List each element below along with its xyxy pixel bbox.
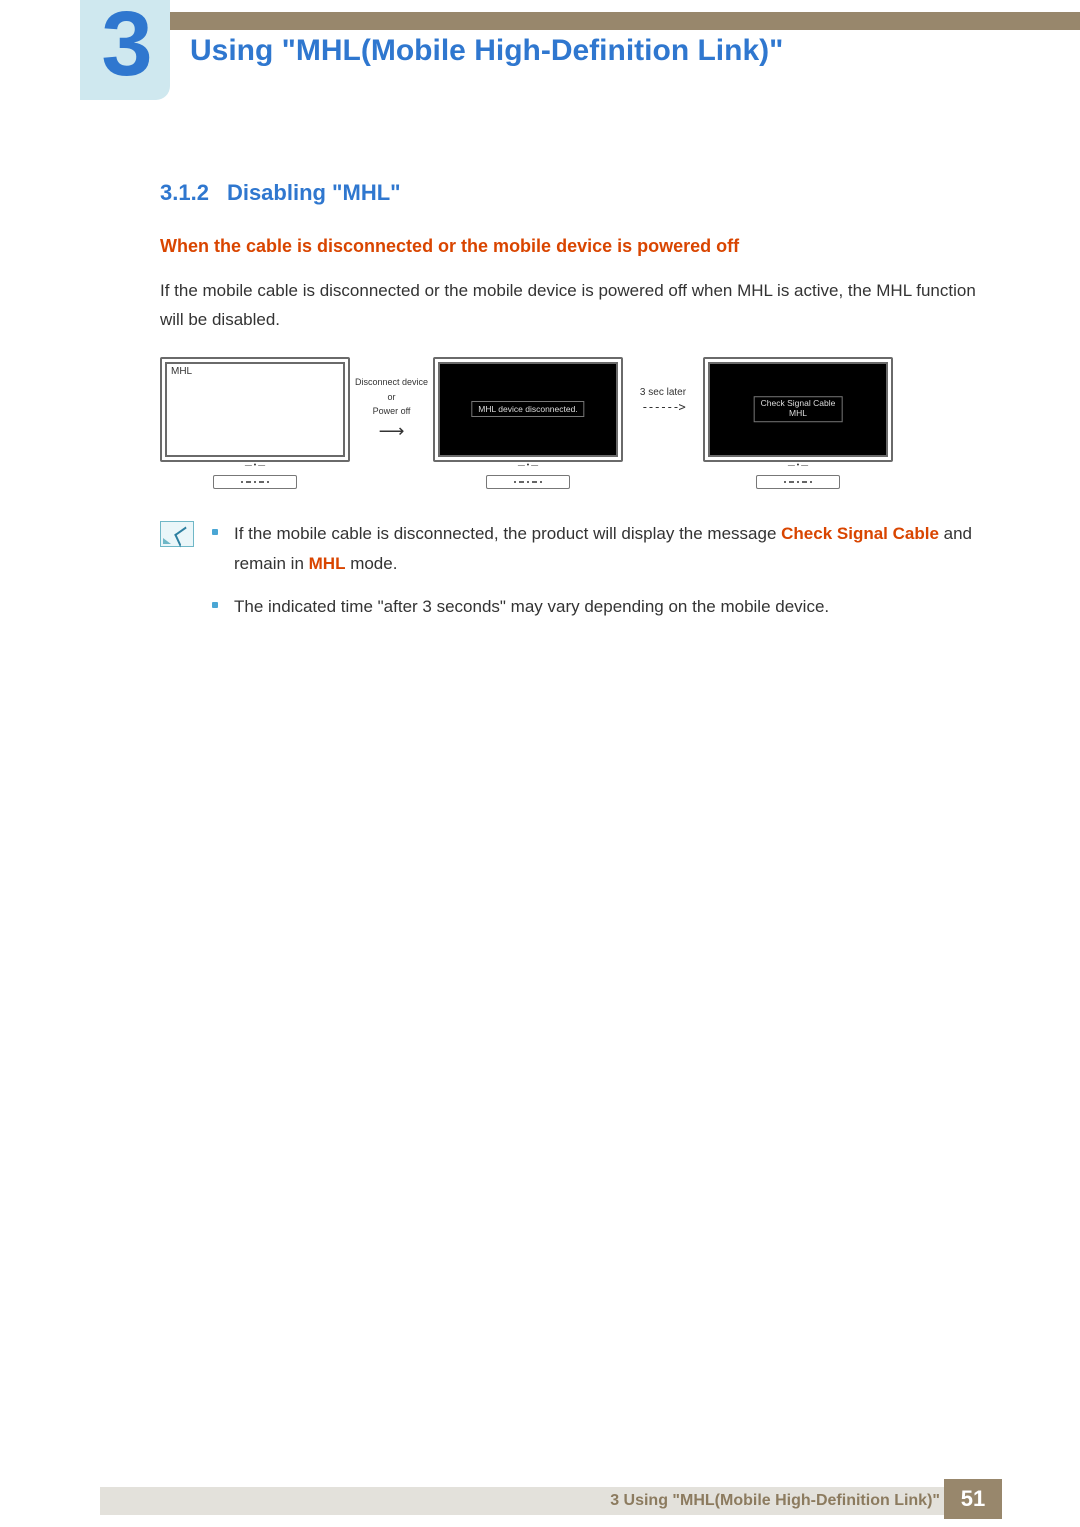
monitor-1: MHL — • —: [160, 357, 350, 489]
monitor-2-message: MHL device disconnected.: [471, 401, 584, 417]
section-title: Disabling "MHL": [227, 180, 401, 205]
footer-text: 3 Using "MHL(Mobile High-Definition Link…: [610, 1489, 940, 1513]
arrow-1-label-line1: Disconnect device: [355, 377, 428, 388]
note-list: If the mobile cable is disconnected, the…: [212, 519, 980, 636]
arrow-1-label-line3: Power off: [373, 406, 411, 417]
monitor-1-tag: MHL: [171, 366, 192, 377]
note-item-1: If the mobile cable is disconnected, the…: [212, 519, 980, 579]
monitor-2: MHL device disconnected. — • —: [433, 357, 623, 489]
sub-heading: When the cable is disconnected or the mo…: [160, 236, 980, 257]
chapter-number: 3: [101, 0, 148, 90]
brand-label: — • —: [245, 462, 265, 469]
note-icon: [160, 521, 194, 547]
section-heading: 3.1.2 Disabling "MHL": [160, 180, 980, 206]
note-1-highlight-1: Check Signal Cable: [781, 524, 939, 543]
note-1-highlight-2: MHL: [309, 554, 346, 573]
arrow-disconnect: Disconnect device or Power off ⟶: [364, 357, 419, 442]
footer-page-number: 51: [944, 1479, 1002, 1519]
body-text: If the mobile cable is disconnected or t…: [160, 277, 980, 335]
monitor-stand: [486, 475, 570, 489]
header-stripe: [170, 12, 1080, 30]
monitor-stand: [213, 475, 297, 489]
monitor-3: Check Signal Cable MHL — • —: [703, 357, 893, 489]
arrow-1-label-line2: or: [387, 392, 395, 403]
monitor-3-message: Check Signal Cable MHL: [754, 397, 843, 423]
note-1-prefix: If the mobile cable is disconnected, the…: [234, 524, 781, 543]
arrow-right-icon: ⟶: [379, 421, 405, 442]
arrow-3sec: 3 sec later ------>: [637, 357, 689, 414]
diagram: MHL — • — Disconnect device or Power off…: [160, 357, 980, 489]
chapter-title: Using "MHL(Mobile High-Definition Link)": [190, 34, 783, 68]
section-number: 3.1.2: [160, 180, 209, 205]
brand-label: — • —: [788, 462, 808, 469]
chapter-badge: 3: [80, 0, 170, 100]
note-item-2: The indicated time "after 3 seconds" may…: [212, 592, 980, 622]
monitor-stand: [756, 475, 840, 489]
monitor-3-message-line2: MHL: [761, 409, 836, 419]
note-1-suffix: mode.: [345, 554, 397, 573]
brand-label: — • —: [518, 462, 538, 469]
arrow-2-label: 3 sec later: [640, 387, 686, 398]
dashed-arrow-right-icon: ------>: [641, 400, 685, 414]
